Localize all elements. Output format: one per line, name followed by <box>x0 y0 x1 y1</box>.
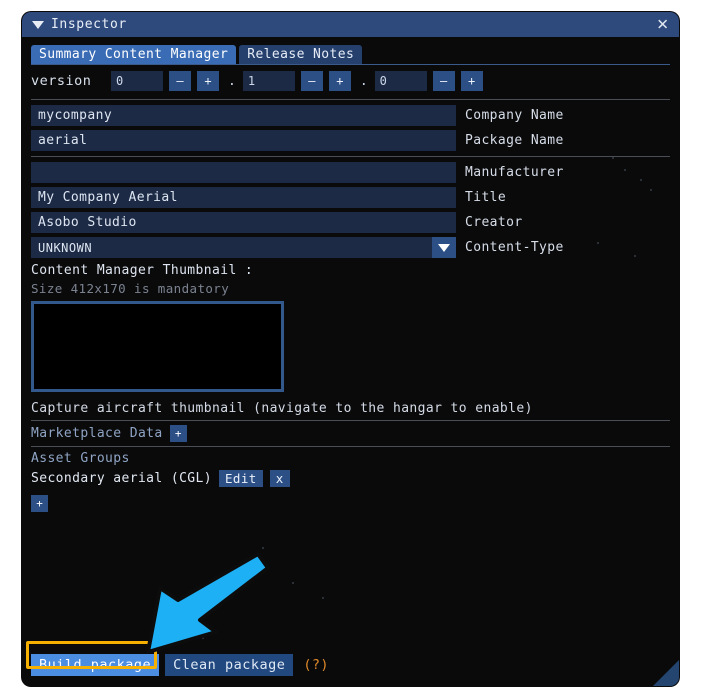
field-row-creator: Asobo Studio Creator <box>31 211 670 234</box>
window-title: Inspector <box>51 17 127 32</box>
build-package-button[interactable]: Build package <box>31 654 160 676</box>
title-input[interactable]: My Company Aerial <box>31 187 456 208</box>
manufacturer-label: Manufacturer <box>465 165 564 180</box>
divider-mid <box>31 156 670 157</box>
field-row-content-type: UNKNOWN Content-Type <box>31 236 670 259</box>
caret-down-icon[interactable] <box>32 20 44 29</box>
clean-package-button[interactable]: Clean package <box>165 654 294 676</box>
marketplace-add-button[interactable]: + <box>169 425 187 442</box>
bottom-action-bar: Build package Clean package (?) <box>31 654 329 676</box>
tabstrip: Summary Content Manager Release Notes <box>31 37 670 65</box>
field-row-manufacturer: Manufacturer <box>31 161 670 184</box>
asset-group-name: Secondary aerial (CGL) <box>31 471 212 486</box>
version-major-increment[interactable]: + <box>197 71 219 91</box>
manufacturer-input[interactable] <box>31 162 456 183</box>
screenshot-root: Inspector ✕ Summary Content Manager Rele… <box>0 0 701 699</box>
version-patch-increment[interactable]: + <box>460 71 483 91</box>
version-minor-increment[interactable]: + <box>328 71 351 91</box>
content-type-label: Content-Type <box>465 240 564 255</box>
inspector-window: Inspector ✕ Summary Content Manager Rele… <box>22 12 679 686</box>
asset-group-add-row: + <box>31 495 670 512</box>
package-name-label: Package Name <box>465 133 564 148</box>
company-name-input[interactable]: mycompany <box>31 105 456 126</box>
tab-release-notes[interactable]: Release Notes <box>239 45 363 64</box>
version-patch-input[interactable]: 0 <box>374 71 427 91</box>
thumbnail-preview[interactable] <box>31 301 284 392</box>
asset-group-row: Secondary aerial (CGL) Edit x <box>31 470 670 487</box>
asset-group-edit-button[interactable]: Edit <box>219 470 263 487</box>
thumbnail-title: Content Manager Thumbnail : <box>31 263 254 278</box>
version-major-decrement[interactable]: – <box>169 71 191 91</box>
asset-group-remove-button[interactable]: x <box>269 470 290 487</box>
help-icon[interactable]: (?) <box>303 657 329 673</box>
content-type-select[interactable]: UNKNOWN <box>31 237 456 258</box>
version-major-input[interactable]: 0 <box>111 71 163 91</box>
content-type-value: UNKNOWN <box>38 240 93 255</box>
thumbnail-size-note: Size 412x170 is mandatory <box>31 281 230 296</box>
resize-grip[interactable] <box>653 660 679 686</box>
version-patch-decrement[interactable]: – <box>432 71 455 91</box>
version-separator-2: . <box>359 73 368 89</box>
field-row-company-name: mycompany Company Name <box>31 104 670 127</box>
field-row-title: My Company Aerial Title <box>31 186 670 209</box>
marketplace-data-row: Marketplace Data + <box>31 425 670 442</box>
capture-thumbnail-hint: Capture aircraft thumbnail (navigate to … <box>31 401 533 416</box>
creator-input[interactable]: Asobo Studio <box>31 212 456 233</box>
window-titlebar[interactable]: Inspector ✕ <box>22 12 679 37</box>
chevron-down-icon[interactable] <box>432 237 456 258</box>
divider-capture <box>31 420 670 421</box>
creator-label: Creator <box>465 215 523 230</box>
divider-assets <box>31 446 670 447</box>
asset-groups-heading: Asset Groups <box>31 451 130 466</box>
version-minor-decrement[interactable]: – <box>300 71 323 91</box>
marketplace-data-label: Marketplace Data <box>31 426 163 441</box>
field-row-package-name: aerial Package Name <box>31 129 670 152</box>
close-icon[interactable]: ✕ <box>656 17 669 32</box>
tab-summary-content-manager[interactable]: Summary Content Manager <box>31 45 237 64</box>
company-name-label: Company Name <box>465 108 564 123</box>
asset-group-add-button[interactable]: + <box>31 495 48 512</box>
title-label: Title <box>465 190 507 205</box>
inspector-body: Summary Content Manager Release Notes ve… <box>22 37 679 686</box>
version-minor-input[interactable]: 1 <box>242 71 295 91</box>
divider-top <box>31 99 670 100</box>
version-label: version <box>31 73 92 89</box>
version-row: version 0 – + . 1 – + . 0 – + <box>31 67 670 95</box>
version-separator-1: . <box>228 73 236 89</box>
package-name-input[interactable]: aerial <box>31 130 456 151</box>
